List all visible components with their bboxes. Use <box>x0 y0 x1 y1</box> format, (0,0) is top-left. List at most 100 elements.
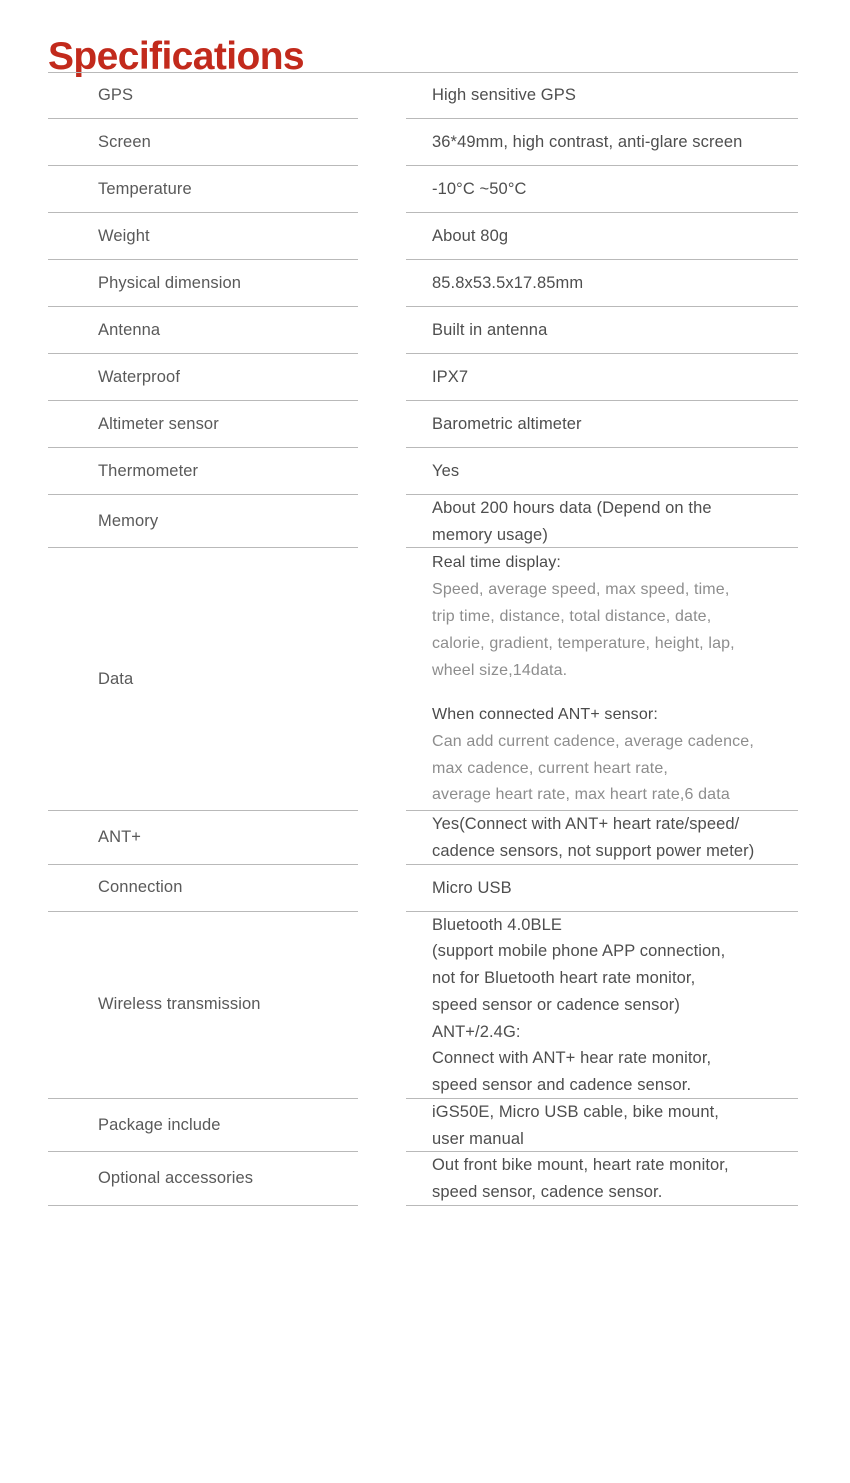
spec-label-cell: Waterproof <box>0 354 403 401</box>
spec-value-cell: Built in antenna <box>403 307 850 354</box>
spec-value-line: Speed, average speed, max speed, time, <box>432 581 730 599</box>
spec-label-cell: Altimeter sensor <box>0 401 403 448</box>
spec-label: Screen <box>98 132 151 151</box>
spec-value-cell: -10°C ~50°C <box>403 166 850 213</box>
spec-value-line: IPX7 <box>432 368 469 387</box>
table-row: Wireless transmission Bluetooth 4.0BLE (su… <box>0 912 850 1099</box>
spec-value: Out front bike mount, heart rate monitor… <box>432 1152 729 1205</box>
table-row: Memory About 200 hours data (Depend on th… <box>0 495 850 549</box>
spec-value-line: Out front bike mount, heart rate monitor… <box>432 1156 729 1175</box>
table-row: Altimeter sensor Barometric altimeter <box>0 401 850 448</box>
spec-label-cell: GPS <box>0 72 403 119</box>
spec-value: Yes <box>432 458 459 485</box>
spec-value-line: user manual <box>432 1129 524 1148</box>
spec-value-line: calorie, gradient, temperature, height, … <box>432 635 735 653</box>
spec-value: About 80g <box>432 223 508 250</box>
specifications-table: GPS High sensitive GPS Screen 36*49mm, high… <box>0 72 850 1206</box>
spec-value-line: Can add current cadence, average cadence… <box>432 732 754 750</box>
spec-value: Yes(Connect with ANT+ heart rate/speed/c… <box>432 811 754 864</box>
spec-value-cell: Real time display: Speed, average speed, … <box>403 548 850 812</box>
spec-value: About 200 hours data (Depend on the memor… <box>432 495 712 548</box>
spec-value-cell: Out front bike mount, heart rate monitor… <box>403 1152 850 1206</box>
spec-label: Waterproof <box>98 367 181 386</box>
spec-value-line: iGS50E, Micro USB cable, bike mount, <box>432 1102 719 1121</box>
spec-value-cell: 36*49mm, high contrast, anti-glare scree… <box>403 119 850 166</box>
table-row: Thermometer Yes <box>0 448 850 495</box>
spec-value-group-heading: Real time display: <box>432 554 561 572</box>
spec-value-cell: About 200 hours data (Depend on the memor… <box>403 495 850 549</box>
spec-label-cell: Physical dimension <box>0 260 403 307</box>
spec-value-cell: iGS50E, Micro USB cable, bike mount, user… <box>403 1099 850 1153</box>
table-row: ANT+ Yes(Connect with ANT+ heart rate/spe… <box>0 811 850 865</box>
spec-value-line: High sensitive GPS <box>432 86 576 105</box>
spec-label-cell: Screen <box>0 119 403 166</box>
spec-value: High sensitive GPS <box>432 82 576 109</box>
table-row: Screen 36*49mm, high contrast, anti-glare… <box>0 119 850 166</box>
table-row: Waterproof IPX7 <box>0 354 850 401</box>
spec-label-cell: ANT+ <box>0 811 403 865</box>
spec-label: Optional accessories <box>98 1169 254 1188</box>
spec-label-cell: Optional accessories <box>0 1152 403 1206</box>
spec-value-cell: High sensitive GPS <box>403 72 850 119</box>
spec-value-cell: IPX7 <box>403 354 850 401</box>
spec-value-line: wheel size,14data. <box>432 661 568 679</box>
specifications-page: Specifications GPS High sensitive GPS Scre… <box>0 0 850 1483</box>
spec-value-cell: 85.8x53.5x17.85mm <box>403 260 850 307</box>
spec-value-line: 85.8x53.5x17.85mm <box>432 274 584 293</box>
row-divider <box>48 1204 358 1206</box>
spec-value-line: Yes(Connect with ANT+ heart rate/speed/ <box>432 815 740 834</box>
spec-value-line: speed sensor and cadence sensor. <box>432 1076 692 1095</box>
table-row: Weight About 80g <box>0 213 850 260</box>
spec-value-cell: Yes <box>403 448 850 495</box>
spec-value-line: About 200 hours data (Depend on the <box>432 499 712 517</box>
spec-label-cell: Wireless transmission <box>0 912 403 1099</box>
table-row: Antenna Built in antenna <box>0 307 850 354</box>
spec-value-line: trip time, distance, total distance, dat… <box>432 608 712 626</box>
spec-label-cell: Data <box>0 548 403 812</box>
spec-value-line: Barometric altimeter <box>432 415 582 434</box>
spec-label-cell: Memory <box>0 495 403 549</box>
spec-value-line: speed sensor, cadence sensor. <box>432 1182 663 1201</box>
table-row: Temperature -10°C ~50°C <box>0 166 850 213</box>
table-row: GPS High sensitive GPS <box>0 72 850 119</box>
spec-label: Antenna <box>98 320 161 339</box>
spec-value: -10°C ~50°C <box>432 176 527 203</box>
spec-label: GPS <box>98 85 134 104</box>
spec-value-cell: Yes(Connect with ANT+ heart rate/speed/c… <box>403 811 850 865</box>
spec-label: Weight <box>98 226 150 245</box>
spec-label-cell: Thermometer <box>0 448 403 495</box>
spec-value-line: cadence sensors, not support power meter… <box>432 842 755 861</box>
row-divider <box>406 1204 798 1206</box>
table-row: Package include iGS50E, Micro USB cable, … <box>0 1099 850 1153</box>
table-row: Connection Micro USB <box>0 865 850 912</box>
table-row: Data Real time display: Speed, average spe… <box>0 548 850 812</box>
spec-value-group: When connected ANT+ sensor: Can add curre… <box>432 702 754 810</box>
spec-value-line: Yes <box>432 462 460 481</box>
spec-value-line: average heart rate, max heart rate,6 dat… <box>432 786 730 804</box>
spec-value-line: ANT+/2.4G: <box>432 1022 521 1041</box>
spec-label: Thermometer <box>98 461 199 480</box>
spec-value-line: Micro USB <box>432 878 512 897</box>
spec-value-line: -10°C ~50°C <box>432 180 527 199</box>
spec-value: Built in antenna <box>432 317 547 344</box>
spec-value-cell: About 80g <box>403 213 850 260</box>
spec-value-line: (support mobile phone APP connection, <box>432 942 726 961</box>
spec-value: 85.8x53.5x17.85mm <box>432 270 583 297</box>
spec-label-cell: Package include <box>0 1099 403 1153</box>
spec-value: iGS50E, Micro USB cable, bike mount, user… <box>432 1099 719 1152</box>
spec-label: Wireless transmission <box>98 995 261 1014</box>
spec-value-line: About 80g <box>432 227 509 246</box>
spec-value-cell: Micro USB <box>403 865 850 912</box>
spec-label: Package include <box>98 1115 221 1134</box>
spec-value-line: not for Bluetooth heart rate monitor, <box>432 969 696 988</box>
table-row: Physical dimension 85.8x53.5x17.85mm <box>0 260 850 307</box>
spec-value: Micro USB <box>432 875 512 902</box>
spec-label: ANT+ <box>98 828 142 847</box>
spec-label-cell: Weight <box>0 213 403 260</box>
spec-value-line: 36*49mm, high contrast, anti-glare scree… <box>432 133 743 152</box>
spec-label-cell: Connection <box>0 865 403 912</box>
spec-label: Altimeter sensor <box>98 414 219 433</box>
spec-value-line: Built in antenna <box>432 321 548 340</box>
spec-value: 36*49mm, high contrast, anti-glare scree… <box>432 129 742 156</box>
spec-value: Bluetooth 4.0BLE (support mobile phone AP… <box>432 912 725 1099</box>
